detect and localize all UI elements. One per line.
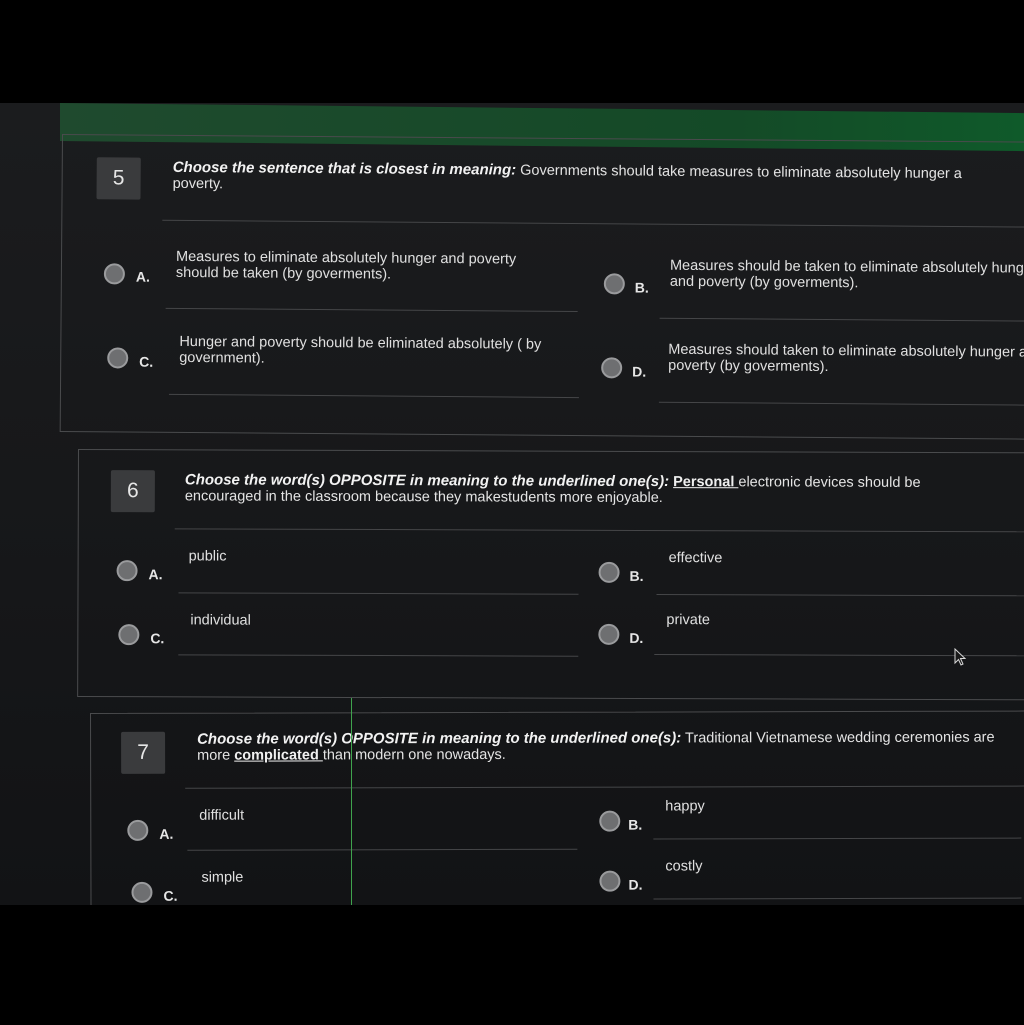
option-text: effective	[668, 550, 723, 567]
option-letter: C.	[139, 353, 154, 370]
option-underline	[654, 654, 1024, 657]
option-letter: A.	[148, 566, 163, 583]
question-text: Choose the word(s) OPPOSITE in meaning t…	[184, 471, 1024, 507]
option-text: simple	[201, 869, 244, 886]
monitor-screen: 5 Choose the sentence that is closest in…	[0, 103, 1024, 905]
radio-button-c[interactable]	[107, 347, 129, 369]
option-c[interactable]: C. simple	[91, 712, 1024, 904]
question-stem: electronic devices should be	[738, 474, 921, 491]
option-letter: C.	[163, 887, 178, 904]
option-underline	[178, 592, 579, 595]
option-c[interactable]: C. individual	[79, 450, 1024, 657]
radio-button-d[interactable]	[598, 623, 620, 645]
option-text: public	[188, 548, 227, 565]
question-text: Choose the sentence that is closest in m…	[172, 158, 1024, 199]
question-stem: Governments should take measures to elim…	[516, 162, 962, 183]
option-underline	[178, 654, 579, 657]
radio-button-b[interactable]	[599, 810, 621, 832]
option-b[interactable]: B. happy	[91, 712, 1024, 840]
option-underline	[187, 848, 578, 851]
option-letter: C.	[150, 630, 165, 647]
option-text: happy	[665, 798, 705, 815]
question-instruction: Choose the word(s) OPPOSITE in meaning t…	[184, 471, 670, 491]
option-letter: B.	[629, 567, 644, 584]
underlined-word: complicated	[234, 747, 323, 764]
option-letter: D.	[632, 363, 647, 380]
option-underline	[165, 307, 578, 313]
radio-button-b[interactable]	[603, 273, 625, 295]
divider	[174, 528, 1024, 533]
option-text: Measures should taken to eliminate absol…	[668, 341, 1024, 376]
radio-button-a[interactable]	[103, 263, 125, 285]
question-number: 6	[110, 470, 155, 513]
question-instruction: Choose the sentence that is closest in m…	[172, 158, 517, 179]
divider	[162, 219, 1024, 228]
option-a[interactable]: A. difficult	[91, 712, 1024, 851]
option-letter: D.	[629, 629, 644, 646]
question-card-6: 6 Choose the word(s) OPPOSITE in meaning…	[77, 449, 1024, 701]
option-underline	[659, 317, 1024, 322]
question-number: 7	[121, 731, 166, 774]
option-text: individual	[190, 612, 251, 629]
question-stem-cont: more	[197, 747, 235, 764]
radio-button-c[interactable]	[118, 624, 140, 646]
radio-button-d[interactable]	[599, 870, 621, 892]
question-card-7: 7 Choose the word(s) OPPOSITE in meaning…	[90, 710, 1024, 905]
option-text: costly	[665, 858, 703, 875]
question-text: Choose the word(s) OPPOSITE in meaning t…	[197, 729, 1024, 764]
option-d[interactable]: D. private	[79, 450, 1024, 657]
radio-button-d[interactable]	[601, 357, 623, 379]
option-letter: A.	[159, 825, 174, 842]
question-card-5: 5 Choose the sentence that is closest in…	[59, 134, 1024, 440]
radio-button-b[interactable]	[598, 561, 620, 583]
question-instruction: Choose the word(s) OPPOSITE in meaning t…	[197, 729, 682, 748]
question-number: 5	[96, 157, 141, 200]
option-underline	[656, 594, 1024, 597]
mouse-cursor-icon	[954, 648, 967, 666]
radio-button-c[interactable]	[131, 881, 153, 903]
option-letter: B.	[634, 279, 649, 296]
option-text: difficult	[199, 807, 245, 824]
option-d[interactable]: D. costly	[91, 712, 1024, 900]
underlined-word: Personal	[673, 474, 739, 491]
question-stem: Traditional Vietnamese wedding ceremonie…	[681, 729, 995, 747]
option-underline	[653, 897, 1022, 900]
option-text: Measures should be taken to eliminate ab…	[669, 257, 1024, 292]
option-text: Measures to eliminate absolutely hunger …	[175, 248, 517, 283]
option-underline	[168, 393, 579, 399]
radio-button-a[interactable]	[116, 560, 138, 582]
question-stem-cont: encouraged in the classroom because they…	[184, 488, 663, 507]
option-letter: B.	[628, 816, 643, 833]
divider	[185, 785, 1024, 789]
question-stem-cont: poverty.	[172, 175, 224, 193]
option-a[interactable]: A. public	[79, 450, 1024, 595]
option-text: Hunger and poverty should be eliminated …	[179, 333, 542, 367]
option-underline	[658, 401, 1024, 406]
radio-button-a[interactable]	[127, 819, 149, 841]
option-underline	[653, 837, 1022, 840]
option-b[interactable]: B. effective	[79, 450, 1024, 597]
screen-artifact-line	[351, 698, 352, 905]
option-text: private	[666, 612, 710, 629]
option-letter: D.	[628, 876, 643, 893]
option-letter: A.	[135, 268, 150, 285]
